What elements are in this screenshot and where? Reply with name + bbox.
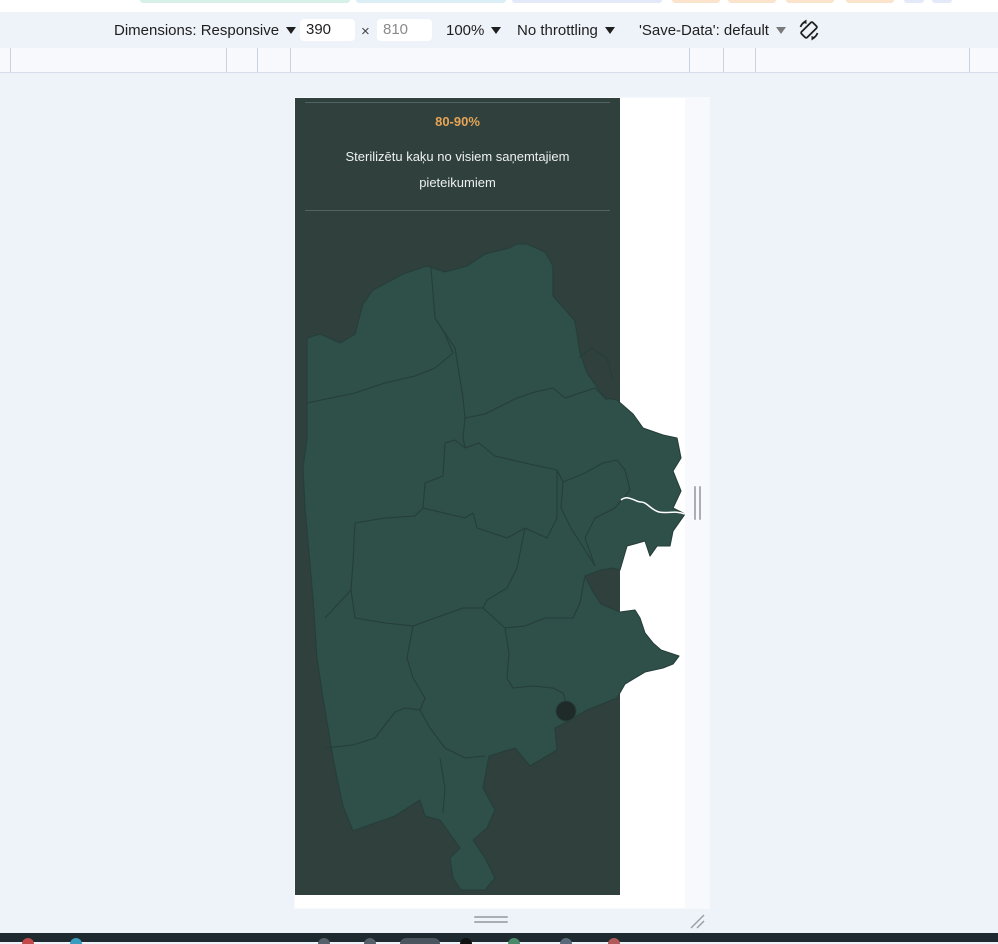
taskbar-app-icon[interactable] <box>70 938 82 944</box>
ruler-tick <box>723 48 724 72</box>
browser-tab-strip <box>0 0 998 12</box>
save-data-label: 'Save-Data': default <box>639 21 769 39</box>
map-region <box>302 243 685 891</box>
ruler-tick <box>257 48 258 72</box>
tab-chip[interactable] <box>356 0 506 3</box>
throttling-label: No throttling <box>517 21 598 39</box>
taskbar-app-icon[interactable] <box>560 938 572 944</box>
taskbar-app-icon[interactable] <box>400 938 440 944</box>
save-data-dropdown[interactable]: 'Save-Data': default <box>639 12 786 48</box>
ruler-tick <box>689 48 690 72</box>
tab-chip[interactable] <box>786 0 834 3</box>
tab-chip[interactable] <box>672 0 720 3</box>
zoom-dropdown[interactable]: 100% <box>446 12 502 48</box>
chevron-down-icon <box>286 26 297 34</box>
height-input[interactable]: 810 <box>377 19 432 41</box>
device-toolbar: Dimensions: Responsive 390 × 810 100% No… <box>0 12 998 49</box>
zoom-label: 100% <box>446 21 485 39</box>
width-input[interactable]: 390 <box>300 19 355 41</box>
dimensions-dropdown[interactable]: Dimensions: Responsive <box>114 12 297 48</box>
emulated-page: 80-90% Sterilizētu kaķu no visiem saņemt… <box>295 98 685 908</box>
tab-chip[interactable] <box>932 0 952 3</box>
viewport-resize-corner-handle[interactable] <box>688 912 706 930</box>
ruler-tick <box>226 48 227 72</box>
chevron-down-icon <box>775 26 786 34</box>
throttling-dropdown[interactable]: No throttling <box>517 12 615 48</box>
media-query-ruler <box>0 48 998 73</box>
ruler-tick <box>755 48 756 72</box>
taskbar-app-icon[interactable] <box>460 938 472 944</box>
ruler-tick <box>10 48 11 72</box>
tab-chip[interactable] <box>904 0 924 3</box>
taskbar-app-icon[interactable] <box>608 938 620 944</box>
tab-chip[interactable] <box>512 0 662 3</box>
tab-chip[interactable] <box>728 0 776 3</box>
viewport-resize-handle-bottom[interactable] <box>474 916 508 924</box>
taskbar-app-icon[interactable] <box>318 938 330 944</box>
tab-chip[interactable] <box>140 0 350 3</box>
ruler-tick <box>969 48 970 72</box>
taskbar-app-icon[interactable] <box>508 938 520 944</box>
taskbar-app-icon[interactable] <box>22 938 34 944</box>
rotate-icon <box>799 19 819 41</box>
ruler-tick <box>290 48 291 72</box>
times-symbol: × <box>361 23 370 40</box>
region-map[interactable] <box>295 98 685 908</box>
os-taskbar <box>0 933 998 944</box>
dimensions-label: Dimensions: Responsive <box>114 21 280 39</box>
rotate-button[interactable] <box>797 12 821 48</box>
chevron-down-icon <box>604 26 615 34</box>
chevron-down-icon <box>491 26 502 34</box>
location-marker-icon[interactable] <box>555 700 577 722</box>
tab-chip[interactable] <box>846 0 894 3</box>
viewport-resize-handle-right[interactable] <box>694 486 702 520</box>
taskbar-app-icon[interactable] <box>364 938 376 944</box>
